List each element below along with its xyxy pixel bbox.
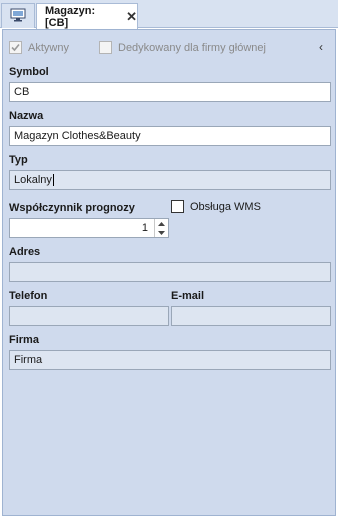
stepper-buttons (154, 219, 168, 237)
spin-up-icon[interactable] (155, 219, 168, 228)
wspolczynnik-label: Współczynnik prognozy (9, 202, 135, 214)
adres-label: Adres (9, 246, 41, 258)
typ-field[interactable]: Lokalny (9, 170, 331, 190)
dedykowany-label: Dedykowany dla firmy głównej (118, 41, 266, 54)
checkbox-box (99, 41, 112, 54)
email-label: E-mail (171, 290, 205, 302)
checkbox-box (171, 200, 184, 213)
email-field[interactable] (171, 306, 331, 326)
nazwa-field[interactable]: Magazyn Clothes&Beauty (9, 126, 331, 146)
tab-strip: Magazyn:[CB] ✕ (0, 0, 338, 29)
aktywny-label: Aktywny (28, 41, 69, 54)
symbol-field[interactable]: CB (9, 82, 331, 102)
firma-label: Firma (9, 334, 39, 346)
firma-field[interactable]: Firma (9, 350, 331, 370)
aktywny-checkbox[interactable]: Aktywny (9, 41, 69, 54)
collapse-icon[interactable]: ‹ (319, 40, 323, 54)
tab-magazyn[interactable]: Magazyn:[CB] ✕ (36, 3, 138, 29)
adres-field[interactable] (9, 262, 331, 282)
obsluga-wms-label: Obsługa WMS (190, 200, 261, 213)
telefon-label: Telefon (9, 290, 48, 302)
dedykowany-checkbox[interactable]: Dedykowany dla firmy głównej (99, 41, 266, 54)
nazwa-label: Nazwa (9, 110, 44, 122)
spin-down-icon[interactable] (155, 228, 168, 237)
telefon-field[interactable] (9, 306, 169, 326)
text-caret (52, 174, 54, 186)
close-icon[interactable]: ✕ (126, 10, 137, 23)
checkmark-icon (9, 41, 22, 54)
monitor-icon (10, 8, 26, 25)
typ-label: Typ (9, 154, 28, 166)
typ-value: Lokalny (14, 174, 52, 186)
wspolczynnik-stepper[interactable]: 1 (9, 218, 169, 238)
obsluga-wms-checkbox[interactable]: Obsługa WMS (171, 200, 261, 213)
tab-home[interactable] (1, 3, 35, 28)
stepper-value: 1 (141, 222, 148, 234)
form-panel: Aktywny Dedykowany dla firmy głównej ‹ S… (2, 29, 336, 516)
symbol-label: Symbol (9, 66, 49, 78)
tab-label: Magazyn:[CB] (45, 4, 96, 29)
